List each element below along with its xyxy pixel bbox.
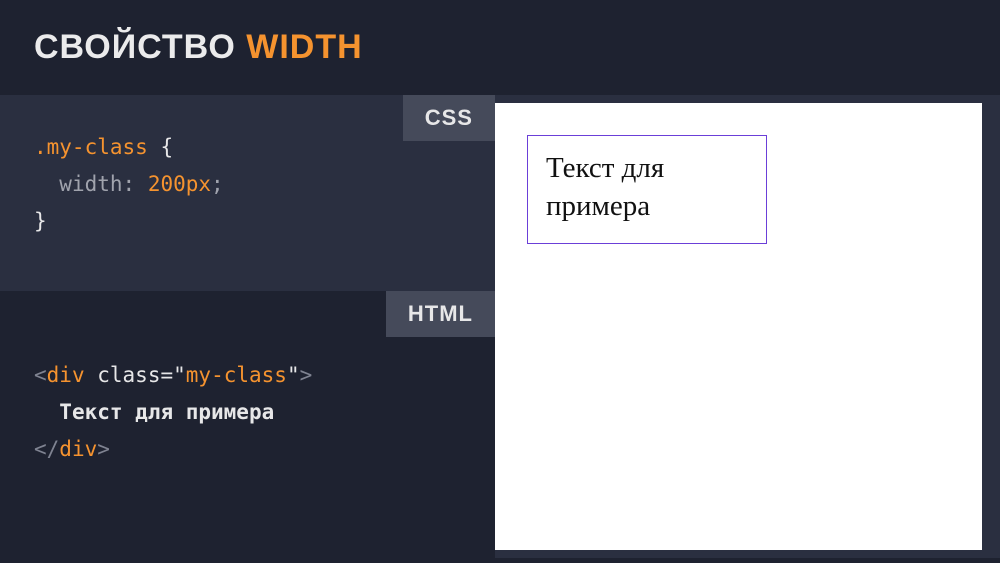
html-attr: class: [97, 363, 160, 387]
angle-close2: >: [97, 437, 110, 461]
html-eq: =: [160, 363, 173, 387]
html-label: HTML: [386, 291, 495, 337]
example-box: Текст для примера: [527, 135, 767, 244]
html-code: <div class="my-class"> Текст для примера…: [34, 357, 461, 467]
angle-open-close: </: [34, 437, 59, 461]
css-prop: width: [59, 172, 122, 196]
angle-close1: >: [300, 363, 313, 387]
html-attr-value: my-class: [186, 363, 287, 387]
css-value: 200px: [148, 172, 211, 196]
html-text-content: Текст для примера: [59, 400, 274, 424]
example-text: Текст для примера: [546, 152, 664, 222]
title-property: WIDTH: [246, 28, 362, 66]
title-label: СВОЙСТВО: [34, 28, 236, 66]
html-tag-close: div: [59, 437, 97, 461]
angle-open: <: [34, 363, 47, 387]
html-code-block: HTML <div class="my-class"> Текст для пр…: [0, 291, 495, 557]
brace-open: {: [160, 135, 173, 159]
html-quote2: ": [287, 363, 300, 387]
slide-header: СВОЙСТВО WIDTH: [0, 0, 1000, 95]
html-tag-open: div: [47, 363, 85, 387]
slide-title: СВОЙСТВО WIDTH: [34, 28, 966, 67]
code-column: CSS .my-class { width: 200px; } HTML <di…: [0, 95, 495, 558]
brace-close: }: [34, 209, 47, 233]
css-colon: :: [123, 172, 136, 196]
css-semicolon: ;: [211, 172, 224, 196]
css-label: CSS: [403, 95, 495, 141]
html-quote1: ": [173, 363, 186, 387]
content-area: CSS .my-class { width: 200px; } HTML <di…: [0, 95, 1000, 558]
css-code: .my-class { width: 200px; }: [34, 129, 461, 239]
preview-column: Текст для примера: [495, 95, 1000, 558]
preview-canvas: Текст для примера: [495, 103, 982, 550]
css-selector: .my-class: [34, 135, 148, 159]
css-code-block: CSS .my-class { width: 200px; }: [0, 95, 495, 291]
